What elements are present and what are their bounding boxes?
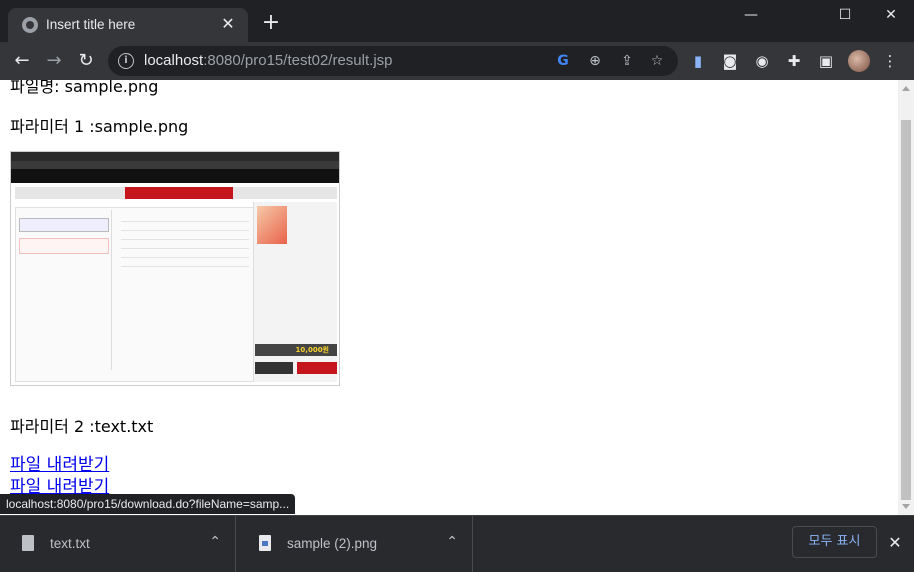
download-item-text[interactable]: text.txt ⌃ [0,516,236,572]
param2-line: 파라미터 2 :text.txt [10,417,154,436]
side-panel-icon[interactable]: ▣ [816,51,836,71]
text-file-icon [22,535,34,551]
bookmark-star-icon[interactable]: ☆ [648,52,666,70]
new-tab-button[interactable]: + [260,12,282,34]
vertical-scrollbar[interactable] [898,80,914,515]
chevron-up-icon[interactable]: ⌃ [446,534,458,550]
back-icon[interactable]: ← [10,49,34,73]
extension-circle-icon[interactable]: ◉ [752,51,772,71]
chevron-up-icon[interactable]: ⌃ [209,534,221,550]
minimize-button[interactable]: — [728,0,774,32]
scrollbar-thumb[interactable] [901,120,911,500]
close-shelf-icon[interactable]: ✕ [884,532,906,554]
tab-title: Insert title here [46,17,136,32]
download-filename: text.txt [50,536,90,551]
maximize-button[interactable]: ☐ [822,0,868,32]
download-filename: sample (2).png [287,536,378,551]
image-total-price: 10,000원 [255,344,337,356]
url-text: localhost:8080/pro15/test02/result.jsp [144,52,393,69]
show-all-button[interactable]: 모두 표시 [792,526,877,558]
image-file-icon [259,535,271,551]
uploaded-image-sample: 10,000원 [10,151,340,386]
google-icon[interactable]: G [554,52,572,70]
reload-icon[interactable]: ↻ [74,49,98,73]
window-close-button[interactable]: ✕ [868,0,914,32]
param1-line: 파라미터 1 :sample.png [10,117,189,136]
scroll-down-arrow-icon[interactable] [902,504,910,509]
browser-toolbar: ← → ↻ i localhost:8080/pro15/test02/resu… [0,42,914,80]
address-bar[interactable]: i localhost:8080/pro15/test02/result.jsp… [108,46,678,76]
link-status-bubble: localhost:8080/pro15/download.do?fileNam… [0,494,296,514]
tab-strip: Insert title here ✕ + — ☐ ✕ [0,0,914,42]
share-icon[interactable]: ⇪ [618,52,636,70]
url-path: :8080/pro15/test02/result.jsp [203,52,393,69]
filename-line: 파일명: sample.png [10,80,159,96]
menu-icon[interactable]: ⋮ [880,51,900,71]
profile-avatar[interactable] [848,50,870,72]
page-viewport: 파일명: sample.png 파라미터 1 :sample.png 10,00… [0,80,898,515]
docs-extension-icon[interactable]: ▮ [688,51,708,71]
camera-extension-icon[interactable]: ◙ [720,51,740,71]
tab-close-icon[interactable]: ✕ [218,14,238,34]
tab-active[interactable]: Insert title here ✕ [8,8,248,42]
download-item-image[interactable]: sample (2).png ⌃ [237,516,473,572]
url-host: localhost [144,52,204,69]
scroll-up-arrow-icon[interactable] [902,86,910,91]
globe-icon [22,17,38,33]
download-shelf: text.txt ⌃ sample (2).png ⌃ 모두 표시 ✕ [0,515,914,572]
forward-icon[interactable]: → [42,49,66,73]
extensions-puzzle-icon[interactable]: ✚ [784,51,804,71]
zoom-icon[interactable]: ⊕ [586,52,604,70]
site-info-icon[interactable]: i [118,53,134,69]
